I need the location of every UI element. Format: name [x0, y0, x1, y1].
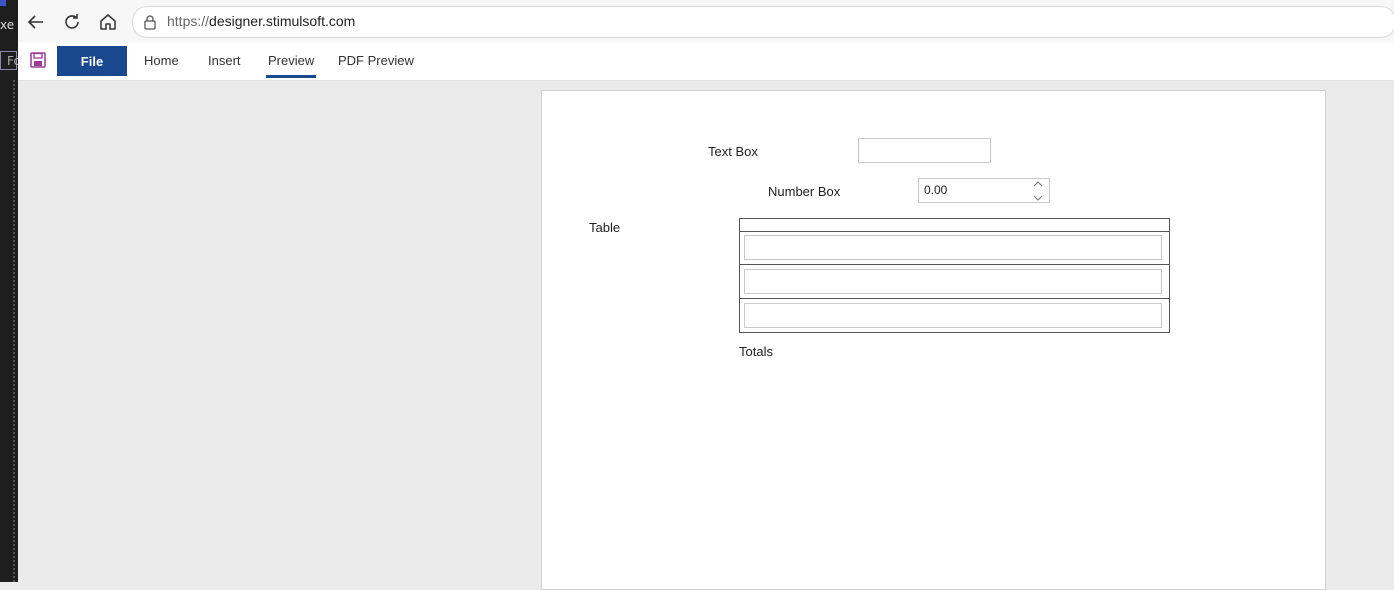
background-window-strip: xe Fo [0, 0, 21, 582]
number-box-label: Number Box [768, 184, 841, 199]
address-bar[interactable]: https://designer.stimulsoft.com [132, 6, 1394, 38]
table-cell-input[interactable] [744, 303, 1162, 328]
browser-toolbar: https://designer.stimulsoft.com [18, 0, 1394, 42]
background-window-divider [13, 80, 17, 582]
number-box-value: 0.00 [924, 183, 948, 197]
lock-icon[interactable] [143, 14, 157, 30]
ribbon-bar: File Home Insert Preview PDF Preview [18, 42, 1394, 81]
url-scheme: https:// [167, 13, 210, 29]
table-row [740, 265, 1169, 299]
table-row [740, 231, 1169, 265]
table-row [740, 299, 1169, 333]
background-window-icon [0, 0, 6, 6]
text-box-input[interactable] [858, 138, 991, 163]
report-page: Text Box Number Box 0.00 Table Totals [541, 90, 1326, 590]
url-text[interactable]: https://designer.stimulsoft.com [167, 13, 355, 29]
tab-pdf-preview[interactable]: PDF Preview [338, 53, 414, 68]
text-box-label: Text Box [708, 144, 758, 159]
reload-icon [65, 14, 79, 29]
file-menu-button[interactable]: File [57, 46, 127, 76]
tab-insert[interactable]: Insert [208, 53, 241, 68]
url-host: designer.stimulsoft.com [209, 13, 356, 29]
totals-label: Totals [739, 344, 773, 359]
background-window-text: xe [0, 18, 15, 32]
home-icon [100, 14, 116, 30]
table-cell-input[interactable] [744, 235, 1162, 260]
save-button[interactable] [30, 52, 46, 71]
home-button[interactable] [96, 10, 120, 34]
table-label: Table [589, 220, 621, 235]
reload-button[interactable] [60, 10, 84, 34]
tab-preview[interactable]: Preview [265, 53, 317, 78]
spinner-arrows-icon[interactable] [1033, 180, 1043, 202]
background-window-field: Fo [0, 51, 21, 70]
back-arrow-icon [27, 15, 43, 29]
data-table [739, 218, 1170, 333]
tab-home[interactable]: Home [144, 53, 179, 68]
save-icon [30, 52, 46, 68]
number-box-input[interactable]: 0.00 [918, 178, 1050, 203]
table-cell-input[interactable] [744, 269, 1162, 294]
back-button[interactable] [24, 10, 48, 34]
